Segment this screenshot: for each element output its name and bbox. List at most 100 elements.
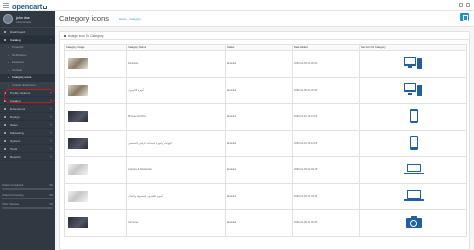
opencart-logo[interactable]: opencart: [12, 2, 48, 11]
collapse-icon[interactable]: −: [50, 36, 52, 44]
expand-icon[interactable]: +: [50, 153, 52, 161]
date-added-cell: 2009-01-05 21:49:43: [292, 50, 360, 78]
date-added-cell: 2009-01-05 21:49:15: [292, 182, 360, 210]
sidebar-item-label: System: [10, 139, 21, 143]
status-cell: Enabled: [225, 103, 293, 131]
sidebar-subitem-label: Notification: [12, 52, 27, 57]
stat-label: Orders Completed: [2, 184, 24, 187]
sidebar-item-dashboard[interactable]: Dashboard: [0, 28, 55, 36]
phone-icon[interactable]: [409, 109, 418, 124]
breadcrumb-home[interactable]: Home: [119, 17, 126, 21]
category-name-cell: Laptops & Notebooks: [126, 156, 226, 184]
breadcrumb-category[interactable]: Category: [129, 17, 140, 21]
laptop-icon[interactable]: [403, 163, 424, 175]
sidebar-item-catalog[interactable]: Catalog −: [0, 36, 55, 44]
category-image-cell: [64, 182, 127, 210]
sidebar-subitem-category-icons[interactable]: › Category icons: [0, 74, 55, 82]
category-thumbnail: [68, 137, 88, 149]
category-thumbnail: [68, 190, 88, 202]
sidebar-item-system[interactable]: System +: [0, 137, 55, 145]
date-added-cell: 2009-01-05 21:49:15: [292, 156, 360, 184]
sidebar-subitem-label: Contact: [12, 67, 22, 72]
category-thumbnail: [68, 217, 88, 229]
set-icon-cell: [359, 103, 467, 131]
laptop-icon[interactable]: [403, 190, 424, 201]
share-icon: [3, 131, 7, 135]
stat-value: 0%: [49, 193, 53, 197]
phone-icon[interactable]: [409, 135, 418, 150]
sidebar-subitem-label: Category icons: [12, 75, 32, 79]
sidebar-item-extensions[interactable]: Extensions +: [0, 105, 55, 113]
tag-icon: [3, 38, 7, 42]
page-title: Category icons: [59, 14, 110, 23]
sidebar-subitem-featured[interactable]: › Featured: [0, 59, 55, 67]
expand-icon[interactable]: +: [50, 113, 52, 121]
top-header: opencart: [0, 0, 474, 11]
chevron-right-icon: ›: [8, 76, 9, 79]
profile-name: john doe: [16, 16, 30, 20]
logout-icon[interactable]: [466, 3, 470, 7]
panel-heading: Assign icon To Category: [60, 32, 469, 40]
category-image-cell: [64, 50, 127, 78]
chevron-right-icon: ›: [8, 61, 9, 64]
stat-orders-completed: Orders Completed 0%: [2, 184, 53, 190]
notification-icon[interactable]: [459, 3, 463, 7]
sidebar-subitem-contact[interactable]: › Contact: [0, 66, 55, 74]
set-icon-cell: [359, 50, 467, 78]
expand-icon[interactable]: +: [50, 145, 52, 153]
sidebar-item-marketing[interactable]: Marketing +: [0, 129, 55, 137]
expand-icon[interactable]: +: [50, 137, 52, 145]
sidebar-subitem-custom-extension[interactable]: › Custom Extension: [0, 81, 55, 89]
sidebar-item-tools[interactable]: Tools +: [0, 145, 55, 153]
table-row: Cameras Enabled 2009-01-05 21:49:43: [64, 209, 467, 237]
sidebar-subitem-products[interactable]: › Products: [0, 44, 55, 52]
desktop-icon[interactable]: [403, 56, 424, 70]
chevron-right-icon: ›: [8, 83, 9, 87]
category-thumbnail: [68, 84, 88, 96]
sidebar-item-label: Extensions: [10, 107, 26, 111]
date-added-cell: 2009-01-10 16:12:06: [292, 129, 360, 157]
status-cell: Enabled: [225, 182, 293, 210]
expand-icon[interactable]: +: [50, 105, 52, 113]
sidebar: john doe Administrator Dashboard Catalog −…: [0, 11, 56, 250]
category-thumbnail: [68, 58, 88, 70]
status-cell: Enabled: [225, 129, 293, 157]
order-stats: Orders Completed 0% Orders Processing 0% Oth…: [2, 184, 53, 213]
camera-icon[interactable]: [405, 216, 422, 229]
category-thumbnail: [68, 164, 88, 176]
highlight-annotation-ring: [4, 89, 56, 103]
desktop-icon[interactable]: [403, 83, 424, 96]
avatar[interactable]: [3, 13, 13, 24]
expand-icon[interactable]: +: [50, 121, 52, 129]
panel-heading-text: Assign icon To Category: [68, 34, 104, 38]
status-cell: Enabled: [225, 156, 293, 184]
category-image-cell: [64, 156, 127, 184]
sidebar-item-design[interactable]: Design +: [0, 113, 55, 121]
gear-icon: [3, 139, 7, 143]
table-row: الهواتف وأجهزة المساعد الرقمي الشخصي Enab…: [64, 129, 467, 157]
sidebar-item-reports[interactable]: Reports +: [0, 153, 55, 161]
set-icon-cell: [359, 156, 467, 184]
stat-progress-bar: [2, 207, 53, 209]
sidebar-subitem-label: Featured: [12, 60, 24, 64]
sidebar-subitem-notification[interactable]: › Notification: [0, 51, 55, 59]
stat-other-statuses: Other Statuses 0%: [2, 203, 53, 209]
sidebar-subitem-label: Custom Extension: [12, 82, 36, 87]
table-row: Desktops Enabled 2009-01-05 21:49:43: [64, 50, 467, 78]
category-icons-panel: Assign icon To Category Category Image C…: [59, 31, 470, 250]
category-name-cell: Desktops: [126, 50, 226, 78]
sidebar-item-label: Dashboard: [10, 30, 26, 34]
profile-role: Administrator: [16, 21, 32, 24]
set-icon-cell: [359, 182, 467, 210]
expand-icon[interactable]: +: [50, 129, 52, 137]
menu-toggle-icon[interactable]: [3, 3, 9, 8]
status-cell: Enabled: [225, 50, 293, 78]
category-name-cell: الهواتف وأجهزة المساعد الرقمي الشخصي: [126, 129, 226, 157]
category-table: Category Image Category Name Status Date…: [64, 44, 467, 237]
save-button[interactable]: [460, 13, 469, 21]
sidebar-item-sales[interactable]: Sales +: [0, 121, 55, 129]
table-row: Laptops & Notebooks Enabled 2009-01-05 21:…: [64, 156, 467, 184]
status-cell: Enabled: [225, 209, 293, 237]
date-added-cell: 2009-01-05 21:49:43: [292, 76, 360, 104]
category-image-cell: [64, 103, 127, 131]
